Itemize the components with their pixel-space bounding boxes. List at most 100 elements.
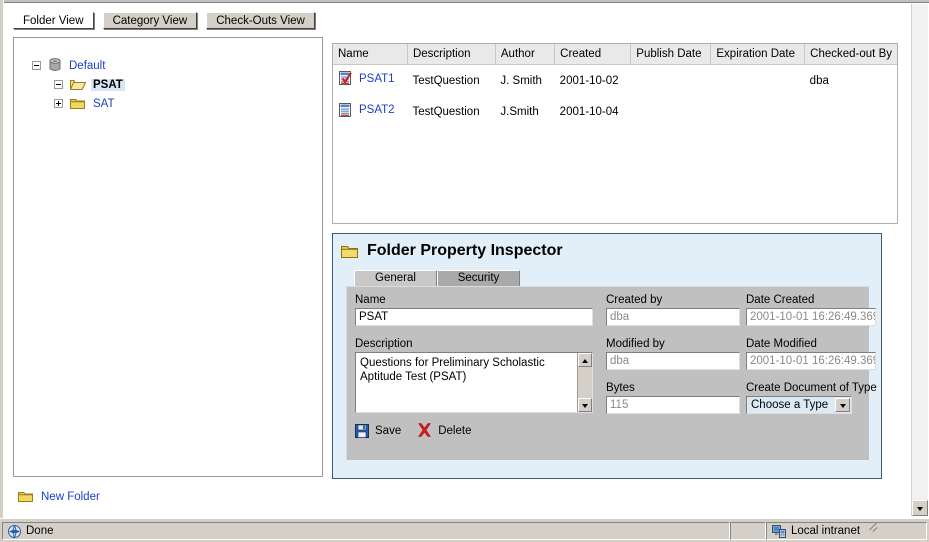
label-create-document-of-type: Create Document of Type — [746, 382, 877, 394]
tab-general[interactable]: General — [354, 270, 437, 286]
save-floppy-icon — [355, 424, 369, 438]
scroll-up-button[interactable] — [578, 353, 592, 367]
cell-description: TestQuestion — [407, 65, 495, 97]
table-row[interactable]: PSAT1 TestQuestion J. Smith 2001-10-02 d… — [333, 65, 897, 97]
column-header-expiration-date[interactable]: Expiration Date — [711, 44, 805, 65]
column-header-checked-out-by[interactable]: Checked-out By — [805, 44, 897, 65]
page-scroll-down-button[interactable] — [912, 500, 928, 516]
cell-name: PSAT2 — [333, 96, 407, 127]
page-canvas: Folder View Category View Check-Outs Vie… — [5, 5, 911, 515]
tab-category-view[interactable]: Category View — [103, 12, 198, 29]
browser-icon — [8, 525, 21, 538]
status-message: Done — [26, 525, 54, 537]
cell-name: PSAT1 — [333, 65, 407, 97]
tree-node-default[interactable]: Default — [32, 56, 125, 75]
chevron-down-icon[interactable] — [835, 398, 850, 412]
delete-label: Delete — [438, 425, 471, 437]
new-folder-action[interactable]: New Folder — [18, 490, 100, 503]
document-link[interactable]: PSAT1 — [359, 73, 395, 85]
security-zone-label: Local intranet — [791, 525, 860, 537]
arrow-up-icon — [582, 359, 588, 363]
label-created-by: Created by — [606, 294, 662, 306]
cell-publish-date — [631, 65, 711, 97]
database-icon — [48, 58, 62, 73]
label-bytes: Bytes — [606, 382, 635, 394]
delete-x-icon — [417, 423, 432, 438]
document-icon — [338, 102, 353, 118]
label-date-created: Date Created — [746, 294, 814, 306]
column-header-name[interactable]: Name — [333, 44, 407, 65]
folder-open-icon — [70, 78, 86, 91]
inspector-form: Name PSAT Description Questions for Prel… — [346, 286, 869, 460]
delete-button[interactable]: Delete — [417, 423, 471, 438]
cell-author: J. Smith — [495, 65, 554, 97]
expander-plus-icon[interactable] — [54, 99, 63, 108]
description-textarea[interactable]: Questions for Preliminary Scholastic Apt… — [355, 352, 593, 413]
folder-tree: Default PSAT SAT — [32, 56, 125, 113]
inspector-tab-bar: General Security — [354, 270, 520, 286]
cell-description: TestQuestion — [407, 96, 495, 127]
window-frame-top — [0, 0, 929, 3]
date-modified-input: 2001-10-01 16:26:49.369 — [746, 352, 876, 370]
save-label: Save — [375, 425, 401, 437]
cell-expiration-date — [711, 96, 805, 127]
status-bar: Done Local intranet — [0, 518, 929, 542]
tree-node-label[interactable]: Default — [67, 60, 107, 72]
tree-node-psat[interactable]: PSAT — [54, 75, 125, 94]
scroll-down-button[interactable] — [578, 398, 592, 412]
status-progress-cell — [730, 522, 766, 540]
inspector-title: Folder Property Inspector — [367, 242, 563, 260]
intranet-icon — [772, 525, 786, 538]
column-header-created[interactable]: Created — [555, 44, 631, 65]
tab-folder-view[interactable]: Folder View — [13, 12, 94, 29]
folder-property-inspector: Folder Property Inspector General Securi… — [332, 233, 882, 479]
table-header-row: Name Description Author Created Publish … — [333, 44, 897, 65]
create-document-type-select[interactable]: Choose a Type — [746, 396, 852, 414]
cell-checked-out-by: dba — [805, 65, 897, 97]
arrow-down-glyph — [840, 404, 846, 408]
column-header-publish-date[interactable]: Publish Date — [631, 44, 711, 65]
folder-icon — [18, 490, 34, 503]
expander-minus-icon[interactable] — [54, 80, 63, 89]
create-document-type-value: Choose a Type — [751, 399, 828, 411]
tree-node-label[interactable]: PSAT — [91, 79, 125, 91]
security-zone-cell[interactable]: Local intranet — [766, 522, 927, 540]
bytes-input: 115 — [606, 396, 740, 414]
application-window: Folder View Category View Check-Outs Vie… — [0, 0, 929, 542]
tree-node-sat[interactable]: SAT — [54, 94, 125, 113]
tab-check-outs-view[interactable]: Check-Outs View — [206, 12, 315, 29]
inspector-title-bar: Folder Property Inspector — [333, 234, 881, 260]
description-scrollbar[interactable] — [577, 353, 592, 412]
view-tab-bar: Folder View Category View Check-Outs Vie… — [13, 12, 321, 31]
arrow-down-icon — [917, 507, 923, 511]
expander-minus-icon[interactable] — [32, 61, 41, 70]
modified-by-input: dba — [606, 352, 740, 370]
folder-tree-panel: Default PSAT SAT — [13, 37, 323, 477]
inspector-actions: Save Delete — [355, 423, 471, 438]
column-header-author[interactable]: Author — [495, 44, 554, 65]
label-description: Description — [355, 338, 413, 350]
date-created-input: 2001-10-01 16:26:49.369 — [746, 308, 876, 326]
cell-author: J.Smith — [495, 96, 554, 127]
description-text: Questions for Preliminary Scholastic Apt… — [360, 356, 550, 384]
column-header-description[interactable]: Description — [407, 44, 495, 65]
tab-security[interactable]: Security — [437, 270, 520, 286]
folder-icon — [341, 244, 359, 259]
label-date-modified: Date Modified — [746, 338, 817, 350]
created-by-input: dba — [606, 308, 740, 326]
page-scrollbar[interactable] — [911, 4, 928, 516]
cell-created: 2001-10-04 — [555, 96, 631, 127]
document-checked-out-icon — [338, 71, 353, 87]
tree-node-label[interactable]: SAT — [91, 98, 117, 110]
label-modified-by: Modified by — [606, 338, 665, 350]
table-row[interactable]: PSAT2 TestQuestion J.Smith 2001-10-04 — [333, 96, 897, 127]
new-folder-link[interactable]: New Folder — [41, 491, 100, 503]
save-button[interactable]: Save — [355, 424, 401, 438]
document-table: Name Description Author Created Publish … — [333, 44, 897, 127]
folder-closed-icon — [70, 97, 86, 110]
name-input[interactable]: PSAT — [355, 308, 593, 326]
cell-expiration-date — [711, 65, 805, 97]
arrow-down-icon — [582, 404, 588, 408]
document-link[interactable]: PSAT2 — [359, 104, 395, 116]
label-name: Name — [355, 294, 386, 306]
